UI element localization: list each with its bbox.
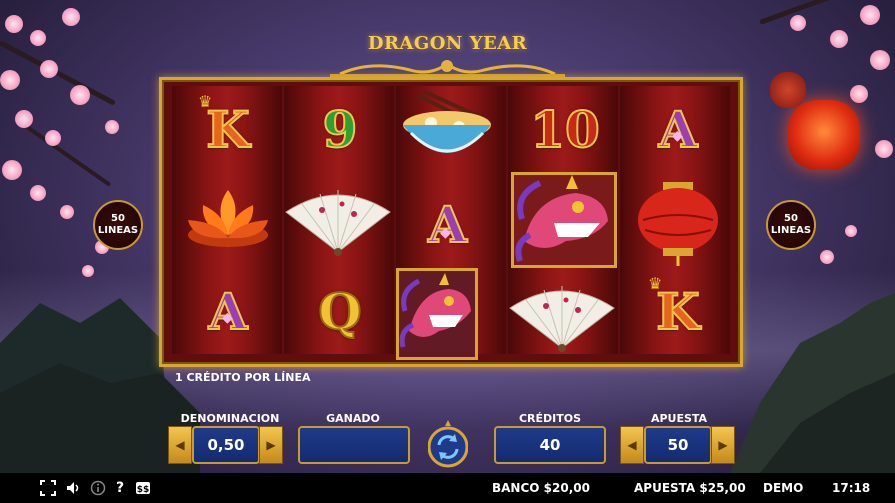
won-field (298, 426, 410, 464)
cherry-blossom (0, 70, 20, 90)
svg-text:$$: $$ (137, 485, 150, 495)
fan-symbol (506, 280, 618, 356)
cherry-blossom (850, 85, 868, 103)
gem-icon: ◆ (672, 128, 683, 144)
fullscreen-icon[interactable] (40, 478, 56, 498)
lantern-icon (638, 182, 718, 266)
lantern-decoration (770, 72, 806, 108)
spin-button[interactable] (428, 420, 468, 468)
lantern-decoration (788, 100, 860, 170)
dragon-symbol (511, 172, 617, 268)
bet-increase-button[interactable]: ▶ (711, 426, 735, 464)
cherry-blossom (845, 225, 857, 237)
noodle-bowl-symbol (397, 88, 497, 170)
symbol-a: A ◆ (427, 195, 468, 254)
help-icon[interactable]: ? (114, 478, 126, 498)
sound-icon[interactable] (66, 478, 82, 498)
paylines-count: 50 (784, 213, 798, 224)
cherry-blossom (30, 185, 46, 201)
cherry-blossom (5, 15, 23, 33)
bet-label: APUESTA (650, 412, 708, 425)
dragon-head-icon (399, 271, 475, 357)
lotus-symbol (178, 175, 278, 260)
symbol-k: K ♛ (198, 92, 251, 159)
bank-balance: BANCO $20,00 (492, 481, 590, 495)
noodle-bowl-icon (403, 89, 491, 153)
cherry-blossom (82, 265, 94, 277)
dragon-head-icon (515, 175, 608, 262)
arrow-right-icon: ▶ (266, 438, 276, 452)
cherry-blossom (790, 15, 806, 31)
crown-icon: ♛ (198, 92, 213, 111)
symbol-9: 9 (322, 100, 359, 159)
lantern-symbol (628, 178, 728, 268)
clock: 17:18 (832, 481, 871, 495)
paylines-count: 50 (111, 213, 125, 224)
symbol-k: K ♛ (648, 274, 701, 341)
cherry-blossom (860, 5, 880, 25)
credits-label: CRÉDITOS (518, 412, 582, 425)
info-icon[interactable] (90, 478, 106, 498)
total-bet: APUESTA $25,00 (634, 481, 746, 495)
denomination-decrease-button[interactable]: ◀ (168, 426, 192, 464)
cherry-blossom (45, 130, 61, 146)
cherry-blossom (15, 110, 33, 128)
symbol-10: 10 (529, 100, 601, 159)
arrow-left-icon: ◀ (627, 438, 637, 452)
fan-symbol (282, 182, 394, 262)
paylines-label: LINEAS (770, 225, 812, 236)
symbol-a: A ◆ (208, 282, 249, 341)
bet-field: 50 (644, 426, 712, 464)
credits-field: 40 (494, 426, 606, 464)
paytable-icon[interactable]: $$ (134, 478, 152, 498)
bet-decrease-button[interactable]: ◀ (620, 426, 644, 464)
arrow-left-icon: ◀ (175, 438, 185, 452)
gem-icon: ◆ (440, 225, 451, 241)
symbol-a: A ◆ (658, 100, 699, 159)
won-label: GANADO (326, 412, 380, 425)
cherry-blossom (820, 250, 834, 264)
game-title: DRAGON YEAR (367, 33, 528, 54)
credit-per-line-text: 1 CRÉDITO POR LÍNEA (175, 371, 311, 384)
gem-icon: ◆ (222, 310, 233, 326)
arrow-right-icon: ▶ (718, 438, 728, 452)
status-bar: ? $$ BANCO $20,00 APUESTA $25,00 DEMO 17… (0, 473, 895, 503)
dragon-symbol (396, 268, 478, 360)
fan-icon (285, 190, 391, 256)
cherry-blossom (60, 205, 74, 219)
cherry-blossom (62, 8, 80, 26)
paylines-badge-right: 50 LINEAS (766, 200, 816, 250)
denomination-label: DENOMINACION (180, 412, 280, 425)
cherry-blossom (40, 60, 58, 78)
paylines-label: LINEAS (97, 225, 139, 236)
mode-label: DEMO (763, 481, 804, 495)
crown-icon: ♛ (648, 274, 663, 293)
paylines-badge-left: 50 LINEAS (93, 200, 143, 250)
cherry-blossom (105, 120, 119, 134)
cherry-blossom (2, 160, 22, 180)
cherry-blossom (875, 140, 893, 158)
fan-icon (509, 286, 615, 352)
symbol-q: Q (317, 282, 363, 341)
denomination-increase-button[interactable]: ▶ (259, 426, 283, 464)
lotus-icon (188, 190, 268, 247)
cherry-blossom (70, 85, 90, 105)
denomination-field: 0,50 (192, 426, 260, 464)
